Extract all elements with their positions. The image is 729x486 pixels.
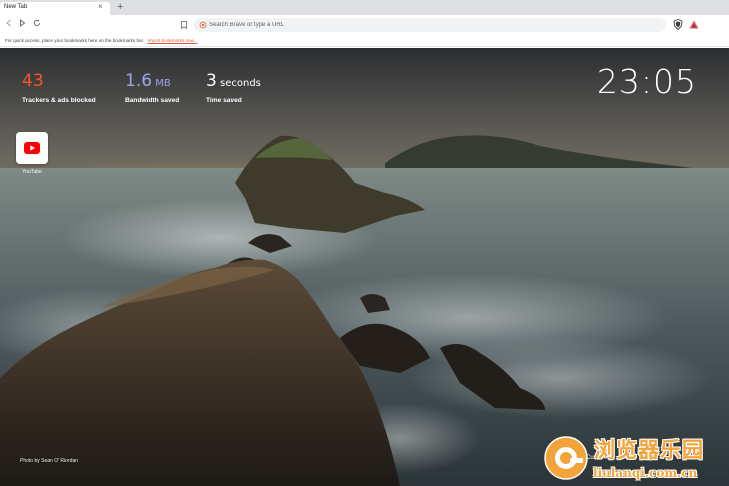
tab-close-icon[interactable]: × [98, 3, 103, 11]
bookmarks-bar-hint: For quick access, place your bookmarks h… [5, 38, 145, 43]
omnibox[interactable] [194, 18, 666, 32]
youtube-icon [24, 142, 40, 154]
time-saved-value: 3 seconds [206, 71, 261, 91]
import-bookmarks-link[interactable]: Import bookmarks now... [147, 38, 197, 43]
photo-credit: Photo by Sean O' Riordan [20, 458, 78, 464]
clock: 23:05 [596, 62, 697, 101]
forward-icon[interactable] [19, 19, 26, 31]
stat-trackers: 43 Trackers & ads blocked [22, 71, 96, 104]
brave-shields-icon[interactable] [673, 19, 683, 30]
watermark-logo [544, 436, 588, 480]
tab-title: New Tab [4, 4, 28, 10]
reload-icon[interactable] [33, 19, 41, 31]
search-input[interactable] [209, 18, 649, 32]
bandwidth-label: Bandwidth saved [125, 97, 180, 104]
new-tab-page: 43 Trackers & ads blocked 1.6 MB Bandwid… [0, 48, 729, 486]
toolbar [0, 15, 729, 35]
bookmarks-bar: For quick access, place your bookmarks h… [0, 35, 729, 47]
top-site-label: YouTube [22, 169, 42, 175]
bookmark-icon[interactable] [178, 19, 190, 31]
time-saved-label: Time saved [206, 97, 242, 104]
tab-strip: New Tab × + [0, 0, 729, 15]
top-site-youtube[interactable] [16, 132, 48, 164]
trackers-count: 43 [22, 71, 44, 91]
stat-bandwidth: 1.6 MB Bandwidth saved [125, 71, 179, 104]
new-tab-button[interactable]: + [117, 1, 123, 13]
brave-rewards-icon[interactable] [689, 20, 699, 29]
tab-new-tab[interactable]: New Tab × [0, 2, 110, 15]
bandwidth-value: 1.6 MB [125, 71, 171, 91]
watermark-url: liulanqi.com.cn [593, 466, 698, 480]
url-bar [178, 18, 668, 32]
background-photo [0, 48, 729, 486]
trackers-label: Trackers & ads blocked [22, 97, 96, 104]
back-icon[interactable] [5, 19, 12, 31]
stat-time-saved: 3 seconds Time saved [206, 71, 261, 104]
watermark-name: 浏览器乐园 [594, 437, 704, 462]
search-icon [199, 21, 207, 29]
